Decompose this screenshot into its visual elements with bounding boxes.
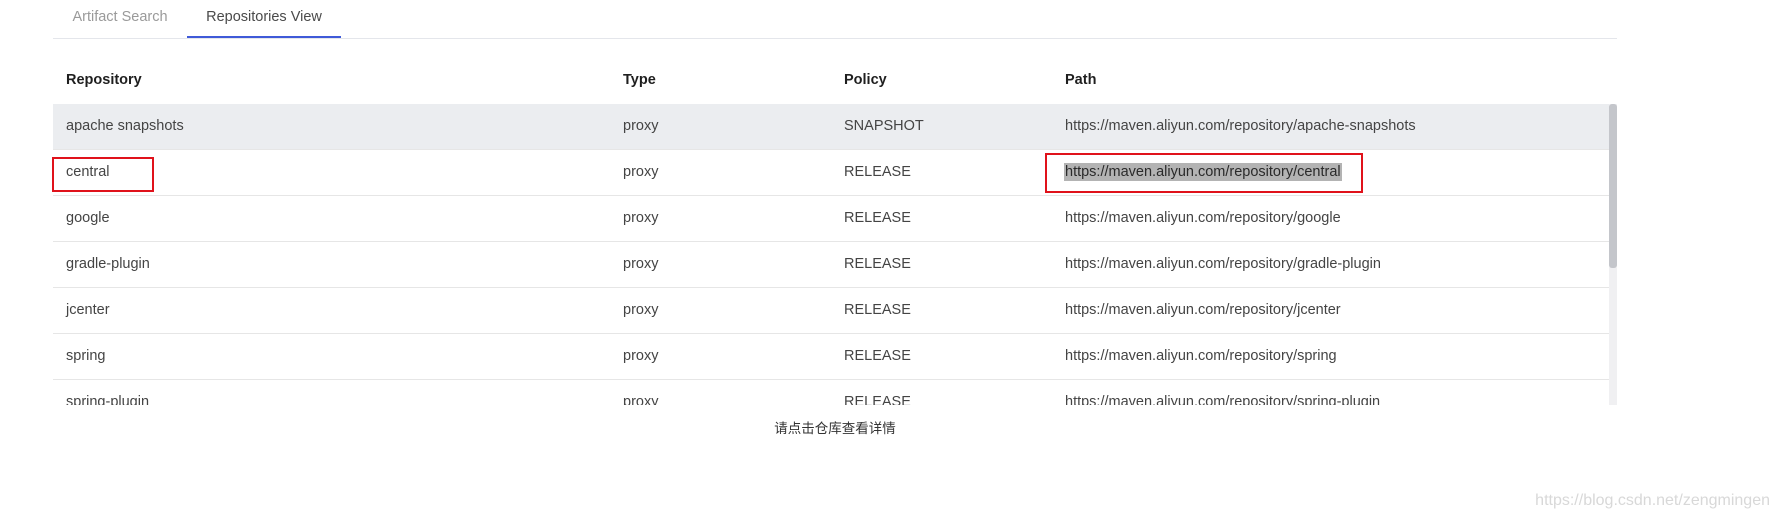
cell-policy: RELEASE xyxy=(844,210,911,226)
cell-policy: RELEASE xyxy=(844,164,911,180)
cell-repository: google xyxy=(66,210,110,226)
table-row[interactable]: google proxy RELEASE https://maven.aliyu… xyxy=(53,196,1609,242)
table-row[interactable]: central proxy RELEASE https://maven.aliy… xyxy=(53,150,1609,196)
cell-policy: SNAPSHOT xyxy=(844,118,924,134)
cell-type: proxy xyxy=(623,394,659,405)
cell-path: https://maven.aliyun.com/repository/goog… xyxy=(1065,210,1341,226)
hint-text: 请点击仓库查看详情 xyxy=(774,421,896,436)
cell-repository: gradle-plugin xyxy=(66,256,150,272)
cell-path: https://maven.aliyun.com/repository/apac… xyxy=(1065,118,1416,134)
header-type: Type xyxy=(623,72,656,88)
header-path: Path xyxy=(1065,72,1097,88)
cell-repository: jcenter xyxy=(66,302,110,318)
cell-type: proxy xyxy=(623,210,659,226)
header-policy: Policy xyxy=(844,72,887,88)
cell-type: proxy xyxy=(623,302,659,318)
table-row[interactable]: spring-plugin proxy RELEASE https://mave… xyxy=(53,380,1609,405)
cell-repository: spring-plugin xyxy=(66,394,150,405)
table-header: Repository Type Policy Path xyxy=(53,60,1617,104)
cell-path: https://maven.aliyun.com/repository/jcen… xyxy=(1065,302,1341,318)
table-row[interactable]: gradle-plugin proxy RELEASE https://mave… xyxy=(53,242,1609,288)
cell-policy: RELEASE xyxy=(844,348,911,364)
tab-repositories-view[interactable]: Repositories View xyxy=(187,0,341,38)
table-row[interactable]: jcenter proxy RELEASE https://maven.aliy… xyxy=(53,288,1609,334)
cell-path: https://maven.aliyun.com/repository/spri… xyxy=(1065,348,1337,364)
cell-policy: RELEASE xyxy=(844,302,911,318)
annotation-box-central xyxy=(52,157,154,192)
cell-type: proxy xyxy=(623,348,659,364)
repositories-page: Artifact Search Repositories View Reposi… xyxy=(0,0,1780,520)
cell-repository: spring xyxy=(66,348,106,364)
cell-type: proxy xyxy=(623,164,659,180)
cell-type: proxy xyxy=(623,118,659,134)
table-row[interactable]: spring proxy RELEASE https://maven.aliyu… xyxy=(53,334,1609,380)
tab-bar: Artifact Search Repositories View xyxy=(53,0,1617,39)
table-row[interactable]: apache snapshots proxy SNAPSHOT https://… xyxy=(53,104,1609,150)
watermark: https://blog.csdn.net/zengmingen xyxy=(1535,492,1770,509)
repositories-table: Repository Type Policy Path apache snaps… xyxy=(53,60,1617,405)
cell-type: proxy xyxy=(623,256,659,272)
cell-policy: RELEASE xyxy=(844,394,911,405)
scrollbar-thumb[interactable] xyxy=(1609,104,1617,268)
cell-path: https://maven.aliyun.com/repository/spri… xyxy=(1065,394,1381,405)
cell-policy: RELEASE xyxy=(844,256,911,272)
cell-repository: apache snapshots xyxy=(66,118,184,134)
table-scrollbar[interactable] xyxy=(1609,104,1617,405)
header-repository: Repository xyxy=(66,72,142,88)
cell-path: https://maven.aliyun.com/repository/grad… xyxy=(1065,256,1381,272)
tab-artifact-search[interactable]: Artifact Search xyxy=(53,0,187,37)
annotation-box-central-path xyxy=(1045,153,1363,193)
table-body[interactable]: apache snapshots proxy SNAPSHOT https://… xyxy=(53,104,1609,405)
